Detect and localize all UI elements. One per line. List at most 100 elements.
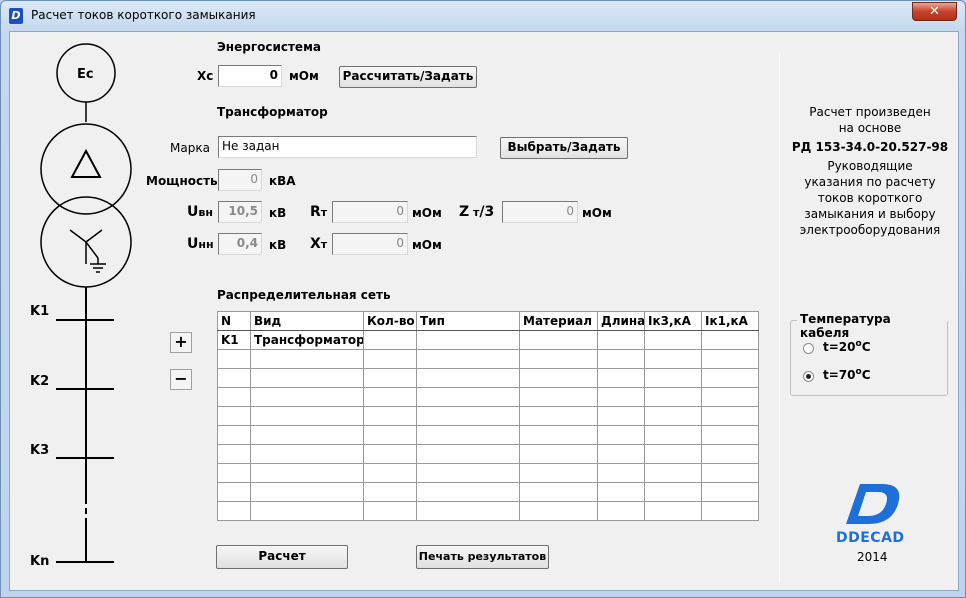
table-cell[interactable] [250,482,364,502]
temp-20-label[interactable]: t=20oC [823,339,871,354]
table-cell[interactable] [597,368,645,388]
table-cell[interactable] [416,387,520,407]
table-cell[interactable] [597,482,645,502]
table-cell[interactable] [644,463,702,483]
table-cell[interactable] [416,482,520,502]
calc-system-button[interactable]: Рассчитать/Задать [339,66,477,88]
column-header[interactable]: N [217,311,251,331]
table-cell[interactable] [416,330,520,350]
column-header[interactable]: Длина [597,311,645,331]
table-cell[interactable] [597,444,645,464]
xt-input[interactable]: 0 [332,233,408,255]
table-cell[interactable] [217,425,251,445]
table-cell[interactable] [644,349,702,369]
table-cell[interactable] [644,368,702,388]
table-cell[interactable] [416,444,520,464]
column-header[interactable]: Вид [250,311,364,331]
table-row[interactable] [217,482,759,502]
table-cell[interactable] [250,463,364,483]
table-cell[interactable] [701,330,759,350]
table-cell[interactable] [363,501,417,521]
temp-20-radio[interactable] [803,343,814,354]
table-cell[interactable] [701,463,759,483]
table-cell[interactable] [250,406,364,426]
table-cell[interactable] [250,368,364,388]
table-cell[interactable] [363,463,417,483]
add-row-button[interactable]: + [170,332,192,353]
table-cell[interactable] [217,406,251,426]
table-cell[interactable] [250,501,364,521]
table-cell[interactable] [519,444,598,464]
transformer-mark-input[interactable]: Не задан [218,136,477,158]
table-row[interactable] [217,501,759,521]
table-cell[interactable] [701,501,759,521]
table-cell[interactable] [217,463,251,483]
table-cell[interactable] [597,425,645,445]
rt-input[interactable]: 0 [332,201,408,223]
table-cell[interactable] [217,444,251,464]
table-row[interactable]: K1 Трансформатор [217,330,759,350]
table-cell[interactable] [644,425,702,445]
table-cell[interactable] [519,406,598,426]
table-cell[interactable] [519,368,598,388]
table-cell[interactable] [644,444,702,464]
table-cell[interactable] [644,482,702,502]
table-cell[interactable] [701,368,759,388]
table-cell[interactable] [701,444,759,464]
calculate-button[interactable]: Расчет [216,545,348,569]
table-cell[interactable] [597,463,645,483]
table-row[interactable] [217,444,759,464]
table-cell[interactable] [701,387,759,407]
uvn-input[interactable]: 10,5 [218,201,262,223]
power-input[interactable]: 0 [218,169,262,191]
column-header[interactable]: Материал [519,311,598,331]
table-cell[interactable] [250,349,364,369]
table-cell[interactable] [597,387,645,407]
table-cell[interactable] [701,349,759,369]
table-row[interactable] [217,368,759,388]
table-cell[interactable] [519,349,598,369]
table-cell[interactable] [416,368,520,388]
table-cell[interactable] [519,330,598,350]
table-cell[interactable] [597,330,645,350]
table-cell[interactable] [644,406,702,426]
table-cell[interactable] [363,368,417,388]
table-row[interactable] [217,425,759,445]
table-cell[interactable] [363,406,417,426]
table-cell[interactable] [644,330,702,350]
table-row[interactable] [217,349,759,369]
title-bar[interactable]: D Расчет токов короткого замыкания ✕ [1,1,965,31]
table-cell[interactable] [701,482,759,502]
column-header[interactable]: Iк3,кА [644,311,702,331]
column-header[interactable]: Iк1,кА [701,311,759,331]
close-button[interactable]: ✕ [912,2,957,21]
table-cell[interactable] [363,425,417,445]
table-cell[interactable] [519,463,598,483]
table-row[interactable] [217,463,759,483]
table-cell[interactable] [644,501,702,521]
table-cell[interactable] [217,368,251,388]
table-cell[interactable] [416,349,520,369]
column-header[interactable]: Кол-во [363,311,417,331]
table-cell[interactable] [416,463,520,483]
unn-input[interactable]: 0,4 [218,233,262,255]
table-cell[interactable] [250,387,364,407]
temp-70-label[interactable]: t=70oC [823,367,871,382]
table-cell[interactable] [519,501,598,521]
table-cell[interactable] [250,444,364,464]
table-cell[interactable] [416,501,520,521]
table-row[interactable] [217,387,759,407]
table-cell[interactable] [217,349,251,369]
temp-70-radio[interactable] [803,371,814,382]
print-results-button[interactable]: Печать результатов [416,545,549,569]
table-cell[interactable] [217,482,251,502]
column-header[interactable]: Тип [416,311,520,331]
table-cell[interactable] [597,501,645,521]
xc-input[interactable]: 0 [218,65,282,87]
table-cell[interactable] [416,425,520,445]
choose-transformer-button[interactable]: Выбрать/Задать [500,137,628,159]
table-cell[interactable] [519,425,598,445]
zt-input[interactable]: 0 [502,201,578,223]
table-cell[interactable] [701,425,759,445]
table-cell[interactable] [597,406,645,426]
